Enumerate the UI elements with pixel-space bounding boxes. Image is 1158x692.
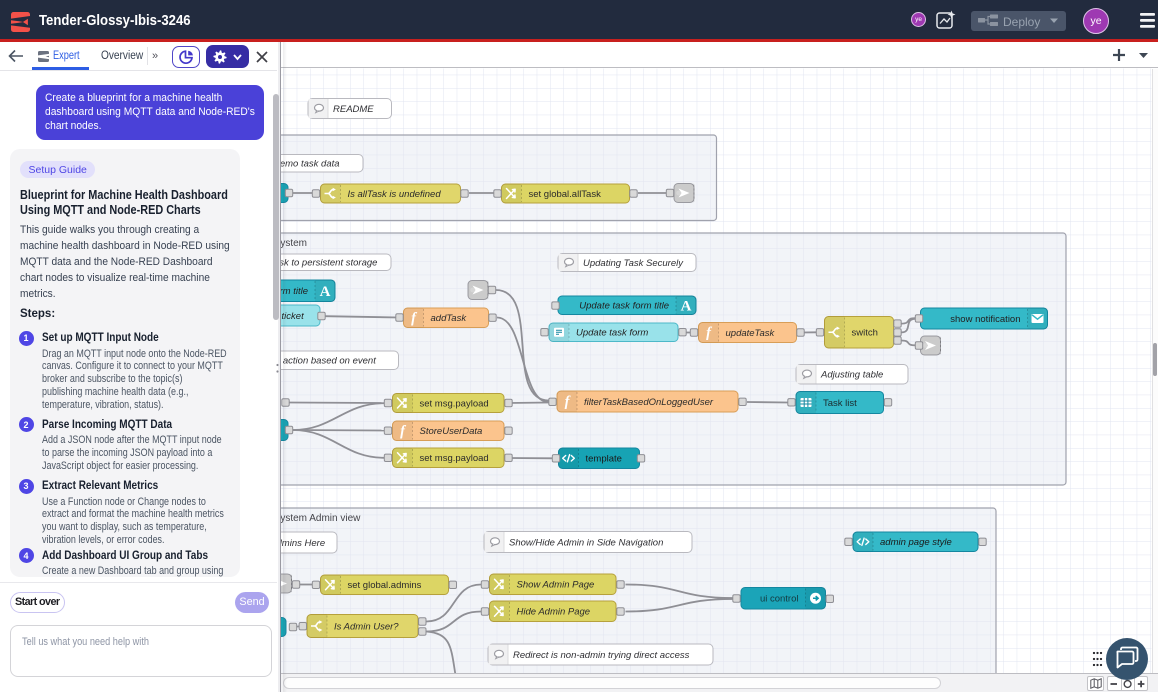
svg-text:filterTaskBasedOnLoggedUser: filterTaskBasedOnLoggedUser — [584, 397, 714, 408]
svg-text:set global.allTask: set global.allTask — [529, 189, 602, 200]
svg-text:set msg.payload: set msg.payload — [420, 453, 489, 464]
svg-text:Adjusting table: Adjusting table — [820, 370, 883, 381]
svg-text:Hide Admin Page: Hide Admin Page — [517, 607, 591, 618]
svg-text:Redirect is non-admin trying d: Redirect is non-admin trying direct acce… — [513, 650, 690, 661]
svg-text:set global.admins: set global.admins — [348, 580, 422, 591]
svg-text:README: README — [333, 104, 374, 115]
svg-text:StoreUserData: StoreUserData — [420, 426, 483, 437]
svg-text:switch: switch — [852, 328, 878, 339]
svg-text:updateTask: updateTask — [726, 328, 776, 339]
svg-text:Updating Task Securely: Updating Task Securely — [583, 258, 684, 269]
svg-text:set msg.payload: set msg.payload — [420, 398, 489, 409]
svg-text:template: template — [586, 454, 622, 465]
svg-text:ui control: ui control — [760, 594, 799, 605]
svg-text:Is Admin User?: Is Admin User? — [334, 621, 399, 632]
svg-text:Update task form: Update task form — [576, 328, 648, 339]
svg-text:Show Admin Page: Show Admin Page — [517, 580, 595, 591]
svg-text:Task list: Task list — [823, 398, 857, 409]
svg-text:addTask: addTask — [431, 313, 468, 324]
svg-text:A: A — [320, 284, 331, 300]
svg-text:Show/Hide Admin in Side Naviga: Show/Hide Admin in Side Navigation — [509, 537, 663, 548]
svg-text:A: A — [681, 298, 692, 314]
svg-text:admin page style: admin page style — [880, 537, 952, 548]
svg-text:Is allTask is undefined: Is allTask is undefined — [348, 189, 442, 200]
svg-text:show notification: show notification — [950, 314, 1020, 325]
svg-text:Update task form title: Update task form title — [579, 301, 669, 312]
